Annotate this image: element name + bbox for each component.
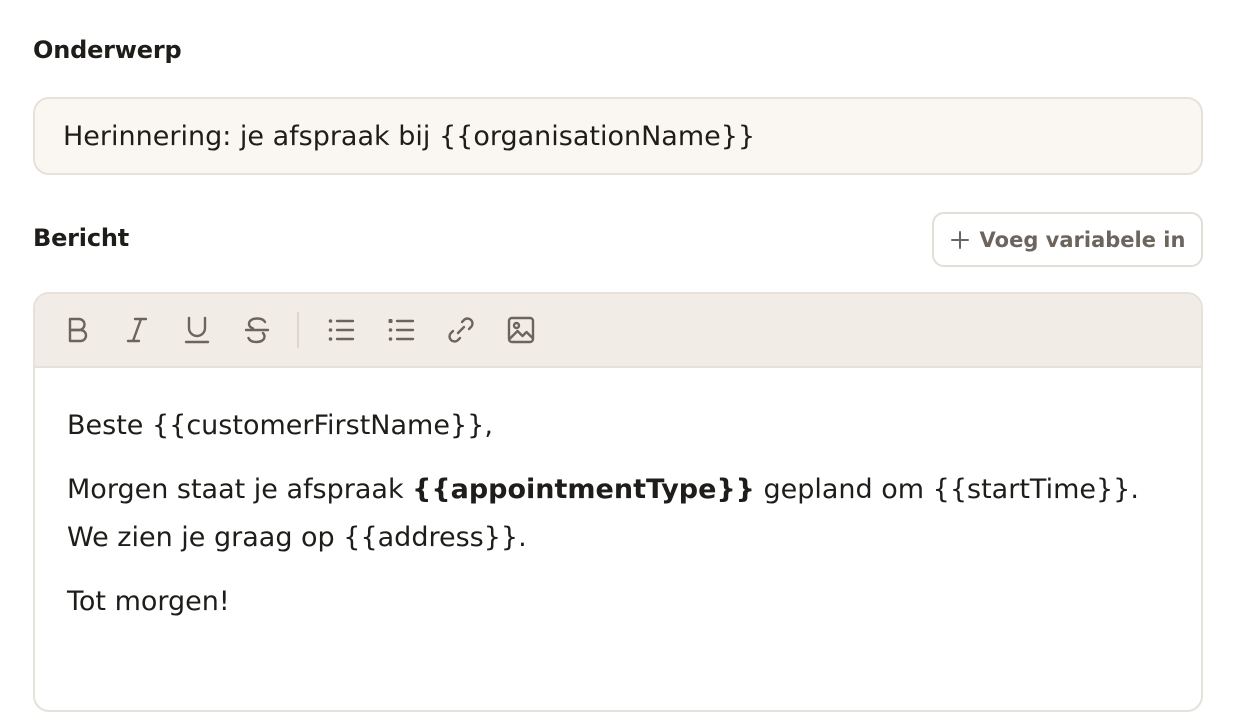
italic-icon	[122, 315, 152, 345]
bullet-list-button[interactable]	[321, 310, 361, 350]
link-icon	[445, 314, 477, 346]
bullet-list-icon	[326, 315, 356, 345]
editor-toolbar	[35, 294, 1201, 368]
editor-content[interactable]: Beste {{customerFirstName}}, Morgen staa…	[35, 368, 1201, 626]
message-label: Bericht	[33, 224, 130, 252]
underline-icon	[182, 315, 212, 345]
bold-icon	[62, 315, 92, 345]
insert-variable-button[interactable]: Voeg variabele in	[932, 212, 1203, 267]
bold-button[interactable]	[57, 310, 97, 350]
image-button[interactable]	[501, 310, 541, 350]
checklist-button[interactable]	[381, 310, 421, 350]
toolbar-separator	[297, 312, 299, 348]
subject-input[interactable]	[33, 97, 1203, 175]
italic-button[interactable]	[117, 310, 157, 350]
strikethrough-icon	[242, 315, 272, 345]
paragraph-closing: Tot morgen!	[67, 586, 230, 617]
insert-variable-label: Voeg variabele in	[979, 227, 1186, 252]
link-button[interactable]	[441, 310, 481, 350]
message-editor: Beste {{customerFirstName}}, Morgen staa…	[33, 292, 1203, 712]
paragraph-greeting: Beste {{customerFirstName}},	[67, 410, 493, 441]
strikethrough-button[interactable]	[237, 310, 277, 350]
checklist-icon	[386, 315, 416, 345]
underline-button[interactable]	[177, 310, 217, 350]
bold-variable: {{appointmentType}}	[412, 474, 755, 505]
plus-icon	[950, 230, 970, 250]
image-icon	[506, 315, 536, 345]
paragraph-text: Morgen staat je afspraak	[67, 474, 413, 505]
paragraph-details: Morgen staat je afspraak {{appointmentTy…	[67, 466, 1169, 562]
subject-label: Onderwerp	[33, 36, 182, 64]
